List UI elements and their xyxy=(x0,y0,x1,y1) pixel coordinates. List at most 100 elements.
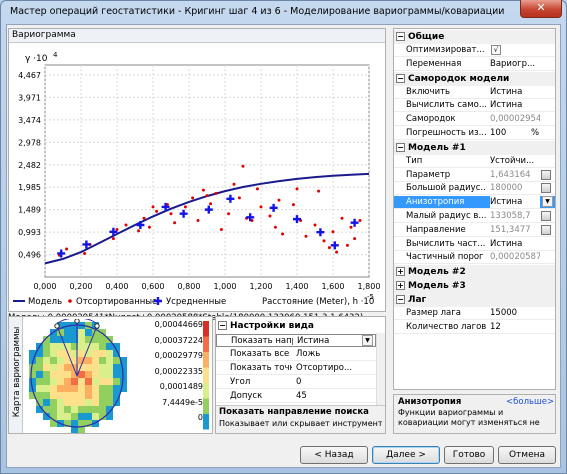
property-row[interactable]: Размер лага 15000 xyxy=(394,307,555,321)
property-category[interactable]: + Модель #3 xyxy=(394,279,555,294)
sorted-point xyxy=(358,218,362,222)
category-label: Модель #2 xyxy=(408,267,466,278)
property-name: Направление xyxy=(406,224,466,235)
calculator-icon[interactable] xyxy=(541,183,551,194)
map-cell xyxy=(71,420,78,427)
help-title: Показать направление поиска xyxy=(219,407,369,417)
property-name: Оптимизироват... xyxy=(406,45,485,55)
sorted-point xyxy=(340,216,344,220)
property-value[interactable]: 151,3477 xyxy=(490,224,540,236)
view-setting-row[interactable]: Угол 0 xyxy=(216,376,376,389)
property-row[interactable]: Параметр 1,643164 xyxy=(394,169,555,182)
map-cell xyxy=(92,399,99,406)
sorted-point xyxy=(191,196,195,200)
property-row[interactable]: Погрешность из... 100% xyxy=(394,127,555,140)
property-row[interactable]: Самородок 0,00002954... xyxy=(394,113,555,127)
collapse-icon[interactable]: − xyxy=(396,142,405,152)
property-value[interactable]: Истина xyxy=(490,86,540,98)
property-value[interactable]: Вариогр... xyxy=(490,58,540,70)
view-setting-row[interactable]: Показать все ... Ложь xyxy=(216,348,376,361)
view-setting-value[interactable]: 45 xyxy=(296,390,360,402)
property-category[interactable]: − Общие xyxy=(394,30,555,44)
legend-color-swatch xyxy=(203,321,209,337)
map-cell xyxy=(92,413,99,420)
view-setting-row[interactable]: Допуск 45 xyxy=(216,390,376,403)
view-setting-value[interactable]: Истина xyxy=(297,335,361,347)
next-button[interactable]: Далее > xyxy=(372,446,440,464)
x-tick-label: 1,200 xyxy=(250,282,273,291)
sector-handle[interactable] xyxy=(94,323,100,329)
legend-value: 0,00044669 xyxy=(154,320,203,329)
view-setting-value[interactable]: 0 xyxy=(296,376,360,388)
view-setting-name: Допуск xyxy=(230,391,263,401)
sorted-point xyxy=(115,228,119,232)
map-cell xyxy=(106,343,113,350)
sorted-point xyxy=(345,243,349,247)
view-setting-value[interactable]: Отсортиро... xyxy=(296,362,360,374)
sector-handle[interactable] xyxy=(74,319,80,324)
view-settings-scrollbar[interactable] xyxy=(376,333,385,405)
property-value[interactable]: Устойчи... xyxy=(490,155,540,167)
calculator-icon[interactable] xyxy=(541,211,551,221)
property-value[interactable]: Истина xyxy=(490,196,540,209)
view-setting-value[interactable]: Ложь xyxy=(296,348,360,360)
calculator-icon[interactable] xyxy=(541,224,551,235)
dropdown-arrow-icon[interactable]: ▼ xyxy=(362,335,373,346)
property-row[interactable]: Количество лагов 12 xyxy=(394,321,555,334)
map-cell xyxy=(106,357,113,364)
view-settings-category[interactable]: − Настройки вида xyxy=(216,319,385,333)
map-cell xyxy=(106,392,113,399)
collapse-icon[interactable]: − xyxy=(396,295,405,305)
calculator-icon[interactable] xyxy=(541,169,551,180)
view-settings-panel: − Настройки вида Показать направление по… xyxy=(215,316,386,434)
map-cell xyxy=(99,350,106,357)
view-setting-row[interactable]: Показать напр... Истина▼ xyxy=(216,334,376,347)
property-value[interactable]: 133058,7 xyxy=(490,210,540,222)
cancel-button[interactable]: Отмена xyxy=(498,446,556,464)
property-value[interactable]: Истина xyxy=(490,99,540,111)
property-row[interactable]: Вычислить само... Истина xyxy=(394,99,555,113)
property-value[interactable]: 1,643164 xyxy=(490,169,540,181)
property-value[interactable]: 12 xyxy=(490,321,540,333)
sorted-point xyxy=(219,228,223,232)
variogram-chart[interactable]: γ ·10 4 4,467 3,971 3,474 2,978 2,482 1,985 1,48… xyxy=(9,43,385,311)
property-row[interactable]: Частичный порог 0,0002058758 xyxy=(394,251,555,265)
view-setting-row[interactable]: Показать точки Отсортиро... xyxy=(216,362,376,375)
sector-handle[interactable] xyxy=(54,323,60,329)
expand-icon[interactable]: + xyxy=(396,267,405,277)
collapse-icon[interactable]: − xyxy=(396,73,405,83)
property-row[interactable]: Малый радиус в... 133058,7 xyxy=(394,210,555,223)
property-row[interactable]: Вычислить част... Истина xyxy=(394,238,555,251)
x-tick-label: 0,800 xyxy=(178,282,201,291)
map-cell xyxy=(57,357,64,364)
map-cell xyxy=(99,364,106,371)
property-category[interactable]: + Модель #2 xyxy=(394,265,555,280)
property-category[interactable]: − Лаг xyxy=(394,293,555,308)
property-value[interactable]: 15000 xyxy=(490,307,540,319)
more-link[interactable]: <больше> xyxy=(506,397,554,407)
legend-averaged-label: Усредненные xyxy=(166,297,226,307)
property-value[interactable]: 0,0002058758 xyxy=(490,251,540,263)
property-value[interactable]: Истина xyxy=(490,238,540,250)
close-button[interactable]: ✕ xyxy=(520,0,562,18)
title-bar[interactable]: Мастер операций геостатистики - Кригинг … xyxy=(0,0,567,24)
finish-button[interactable]: Готово xyxy=(444,446,494,464)
property-row[interactable]: Включить Истина xyxy=(394,86,555,99)
property-value[interactable]: 0,00002954... xyxy=(490,113,540,125)
y-tick-label: 0,993 xyxy=(18,228,41,237)
property-row[interactable]: Тип Устойчи... xyxy=(394,155,555,168)
property-category[interactable]: − Самородок модели xyxy=(394,71,555,86)
dropdown-arrow-icon[interactable]: ▼ xyxy=(542,196,553,208)
property-category[interactable]: − Модель #1 xyxy=(394,140,555,155)
expand-icon[interactable]: + xyxy=(396,281,405,291)
optimize-icon[interactable]: √ xyxy=(491,45,501,55)
property-row[interactable]: Оптимизироват... √ xyxy=(394,44,555,57)
property-value[interactable]: 180000 xyxy=(490,182,540,194)
property-row[interactable]: Большой радиус... 180000 xyxy=(394,182,555,196)
collapse-icon[interactable]: − xyxy=(218,321,227,330)
back-button[interactable]: < Назад xyxy=(300,446,368,464)
property-row[interactable]: Переменная Вариогр... xyxy=(394,58,555,71)
property-row[interactable]: Направление 151,3477 xyxy=(394,224,555,237)
collapse-icon[interactable]: − xyxy=(396,32,405,41)
property-row[interactable]: Анизотропия Истина ▼ xyxy=(394,196,555,210)
